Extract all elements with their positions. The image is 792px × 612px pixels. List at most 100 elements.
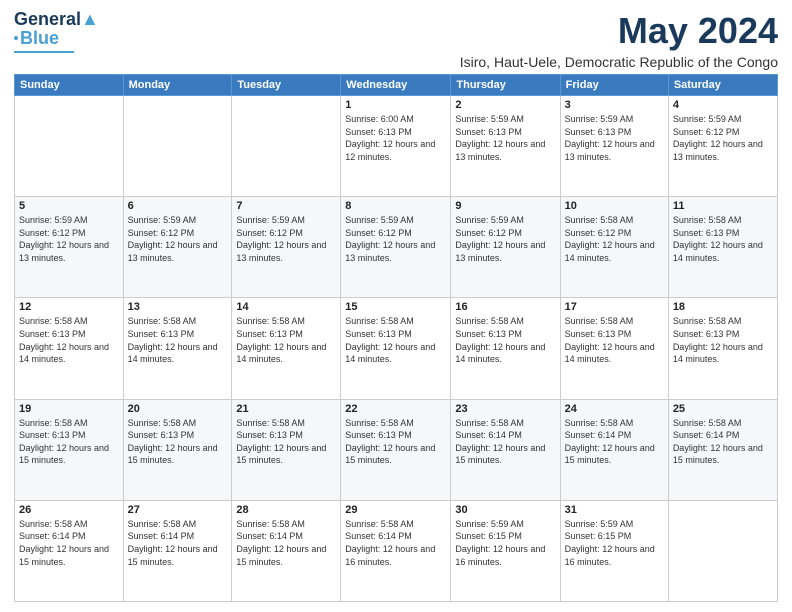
day-info: Sunrise: 5:59 AM Sunset: 6:15 PM Dayligh…: [565, 518, 664, 568]
day-info: Sunrise: 5:58 AM Sunset: 6:13 PM Dayligh…: [565, 315, 664, 365]
header-cell-sunday: Sunday: [15, 75, 124, 96]
day-cell: [15, 96, 124, 197]
header-cell-monday: Monday: [123, 75, 232, 96]
day-number: 21: [236, 403, 336, 415]
day-number: 14: [236, 301, 336, 313]
header-cell-saturday: Saturday: [668, 75, 777, 96]
header-row: SundayMondayTuesdayWednesdayThursdayFrid…: [15, 75, 778, 96]
calendar-body: 1Sunrise: 6:00 AM Sunset: 6:13 PM Daylig…: [15, 96, 778, 602]
day-cell: 31 Sunrise: 5:59 AM Sunset: 6:15 PM Dayli…: [560, 500, 668, 601]
day-info: Sunrise: 5:59 AM Sunset: 6:12 PM Dayligh…: [236, 214, 336, 264]
day-number: 11: [673, 200, 773, 212]
day-info: Sunrise: 5:58 AM Sunset: 6:14 PM Dayligh…: [128, 518, 228, 568]
day-number: 4: [673, 99, 773, 111]
title-block: May 2024 Isiro, Haut-Uele, Democratic Re…: [460, 10, 778, 70]
day-cell: 20Sunrise: 5:58 AM Sunset: 6:13 PM Dayli…: [123, 399, 232, 500]
main-title: May 2024: [460, 10, 778, 52]
day-cell: 8 Sunrise: 5:59 AM Sunset: 6:12 PM Daylig…: [341, 197, 451, 298]
day-number: 17: [565, 301, 664, 313]
day-cell: 2Sunrise: 5:59 AM Sunset: 6:13 PM Daylig…: [451, 96, 560, 197]
page: General▲ Blue May 2024 Isiro, Haut-Uele,…: [0, 0, 792, 612]
day-info: Sunrise: 5:58 AM Sunset: 6:14 PM Dayligh…: [673, 417, 773, 467]
day-info: Sunrise: 5:59 AM Sunset: 6:12 PM Dayligh…: [128, 214, 228, 264]
day-number: 24: [565, 403, 664, 415]
day-number: 5: [19, 200, 119, 212]
day-number: 16: [455, 301, 555, 313]
day-info: Sunrise: 5:58 AM Sunset: 6:13 PM Dayligh…: [128, 315, 228, 365]
calendar-table: SundayMondayTuesdayWednesdayThursdayFrid…: [14, 74, 778, 602]
day-number: 27: [128, 504, 228, 516]
day-cell: 25 Sunrise: 5:58 AM Sunset: 6:14 PM Dayli…: [668, 399, 777, 500]
day-number: 13: [128, 301, 228, 313]
day-cell: [232, 96, 341, 197]
day-info: Sunrise: 5:58 AM Sunset: 6:14 PM Dayligh…: [455, 417, 555, 467]
day-number: 25: [673, 403, 773, 415]
day-cell: 9Sunrise: 5:59 AM Sunset: 6:12 PM Daylig…: [451, 197, 560, 298]
header-cell-thursday: Thursday: [451, 75, 560, 96]
day-number: 23: [455, 403, 555, 415]
day-cell: 3Sunrise: 5:59 AM Sunset: 6:13 PM Daylig…: [560, 96, 668, 197]
day-info: Sunrise: 5:58 AM Sunset: 6:14 PM Dayligh…: [345, 518, 446, 568]
day-number: 3: [565, 99, 664, 111]
header-cell-friday: Friday: [560, 75, 668, 96]
day-number: 30: [455, 504, 555, 516]
logo-triangle-icon: ▲: [81, 9, 99, 29]
day-number: 7: [236, 200, 336, 212]
logo: General▲ Blue: [14, 10, 99, 53]
day-info: Sunrise: 5:58 AM Sunset: 6:14 PM Dayligh…: [565, 417, 664, 467]
day-cell: 22Sunrise: 5:58 AM Sunset: 6:13 PM Dayli…: [341, 399, 451, 500]
day-info: Sunrise: 5:58 AM Sunset: 6:13 PM Dayligh…: [19, 417, 119, 467]
day-number: 2: [455, 99, 555, 111]
day-cell: [123, 96, 232, 197]
calendar-header: SundayMondayTuesdayWednesdayThursdayFrid…: [15, 75, 778, 96]
logo-blue: Blue: [20, 28, 59, 49]
day-info: Sunrise: 5:59 AM Sunset: 6:12 PM Dayligh…: [455, 214, 555, 264]
header-cell-wednesday: Wednesday: [341, 75, 451, 96]
day-cell: 13 Sunrise: 5:58 AM Sunset: 6:13 PM Dayli…: [123, 298, 232, 399]
day-cell: 6 Sunrise: 5:59 AM Sunset: 6:12 PM Daylig…: [123, 197, 232, 298]
day-number: 28: [236, 504, 336, 516]
day-cell: 4Sunrise: 5:59 AM Sunset: 6:12 PM Daylig…: [668, 96, 777, 197]
day-cell: 1Sunrise: 6:00 AM Sunset: 6:13 PM Daylig…: [341, 96, 451, 197]
day-cell: 24 Sunrise: 5:58 AM Sunset: 6:14 PM Dayli…: [560, 399, 668, 500]
day-info: Sunrise: 5:58 AM Sunset: 6:13 PM Dayligh…: [19, 315, 119, 365]
day-cell: 28 Sunrise: 5:58 AM Sunset: 6:14 PM Dayli…: [232, 500, 341, 601]
day-cell: 12 Sunrise: 5:58 AM Sunset: 6:13 PM Dayli…: [15, 298, 124, 399]
day-number: 31: [565, 504, 664, 516]
header: General▲ Blue May 2024 Isiro, Haut-Uele,…: [14, 10, 778, 70]
day-info: Sunrise: 5:58 AM Sunset: 6:13 PM Dayligh…: [345, 315, 446, 365]
day-info: Sunrise: 5:58 AM Sunset: 6:14 PM Dayligh…: [236, 518, 336, 568]
day-number: 12: [19, 301, 119, 313]
day-number: 1: [345, 99, 446, 111]
day-cell: 29 Sunrise: 5:58 AM Sunset: 6:14 PM Dayli…: [341, 500, 451, 601]
day-cell: 7 Sunrise: 5:59 AM Sunset: 6:12 PM Daylig…: [232, 197, 341, 298]
day-cell: 30Sunrise: 5:59 AM Sunset: 6:15 PM Dayli…: [451, 500, 560, 601]
week-row-5: 26 Sunrise: 5:58 AM Sunset: 6:14 PM Dayli…: [15, 500, 778, 601]
day-cell: 18Sunrise: 5:58 AM Sunset: 6:13 PM Dayli…: [668, 298, 777, 399]
day-cell: 19 Sunrise: 5:58 AM Sunset: 6:13 PM Dayli…: [15, 399, 124, 500]
day-cell: [668, 500, 777, 601]
subtitle: Isiro, Haut-Uele, Democratic Republic of…: [460, 54, 778, 70]
day-cell: 21 Sunrise: 5:58 AM Sunset: 6:13 PM Dayli…: [232, 399, 341, 500]
day-info: Sunrise: 5:59 AM Sunset: 6:12 PM Dayligh…: [19, 214, 119, 264]
week-row-2: 5 Sunrise: 5:59 AM Sunset: 6:12 PM Daylig…: [15, 197, 778, 298]
day-info: Sunrise: 5:58 AM Sunset: 6:13 PM Dayligh…: [236, 417, 336, 467]
day-info: Sunrise: 5:58 AM Sunset: 6:13 PM Dayligh…: [673, 214, 773, 264]
day-info: Sunrise: 5:58 AM Sunset: 6:13 PM Dayligh…: [345, 417, 446, 467]
day-info: Sunrise: 5:59 AM Sunset: 6:12 PM Dayligh…: [345, 214, 446, 264]
day-cell: 23 Sunrise: 5:58 AM Sunset: 6:14 PM Dayli…: [451, 399, 560, 500]
day-info: Sunrise: 5:58 AM Sunset: 6:12 PM Dayligh…: [565, 214, 664, 264]
header-cell-tuesday: Tuesday: [232, 75, 341, 96]
day-info: Sunrise: 5:58 AM Sunset: 6:14 PM Dayligh…: [19, 518, 119, 568]
day-number: 26: [19, 504, 119, 516]
day-cell: 16Sunrise: 5:58 AM Sunset: 6:13 PM Dayli…: [451, 298, 560, 399]
day-info: Sunrise: 5:58 AM Sunset: 6:13 PM Dayligh…: [128, 417, 228, 467]
day-number: 18: [673, 301, 773, 313]
day-number: 29: [345, 504, 446, 516]
day-cell: 15Sunrise: 5:58 AM Sunset: 6:13 PM Dayli…: [341, 298, 451, 399]
day-number: 19: [19, 403, 119, 415]
day-number: 8: [345, 200, 446, 212]
day-cell: 27 Sunrise: 5:58 AM Sunset: 6:14 PM Dayli…: [123, 500, 232, 601]
day-number: 6: [128, 200, 228, 212]
week-row-4: 19 Sunrise: 5:58 AM Sunset: 6:13 PM Dayli…: [15, 399, 778, 500]
